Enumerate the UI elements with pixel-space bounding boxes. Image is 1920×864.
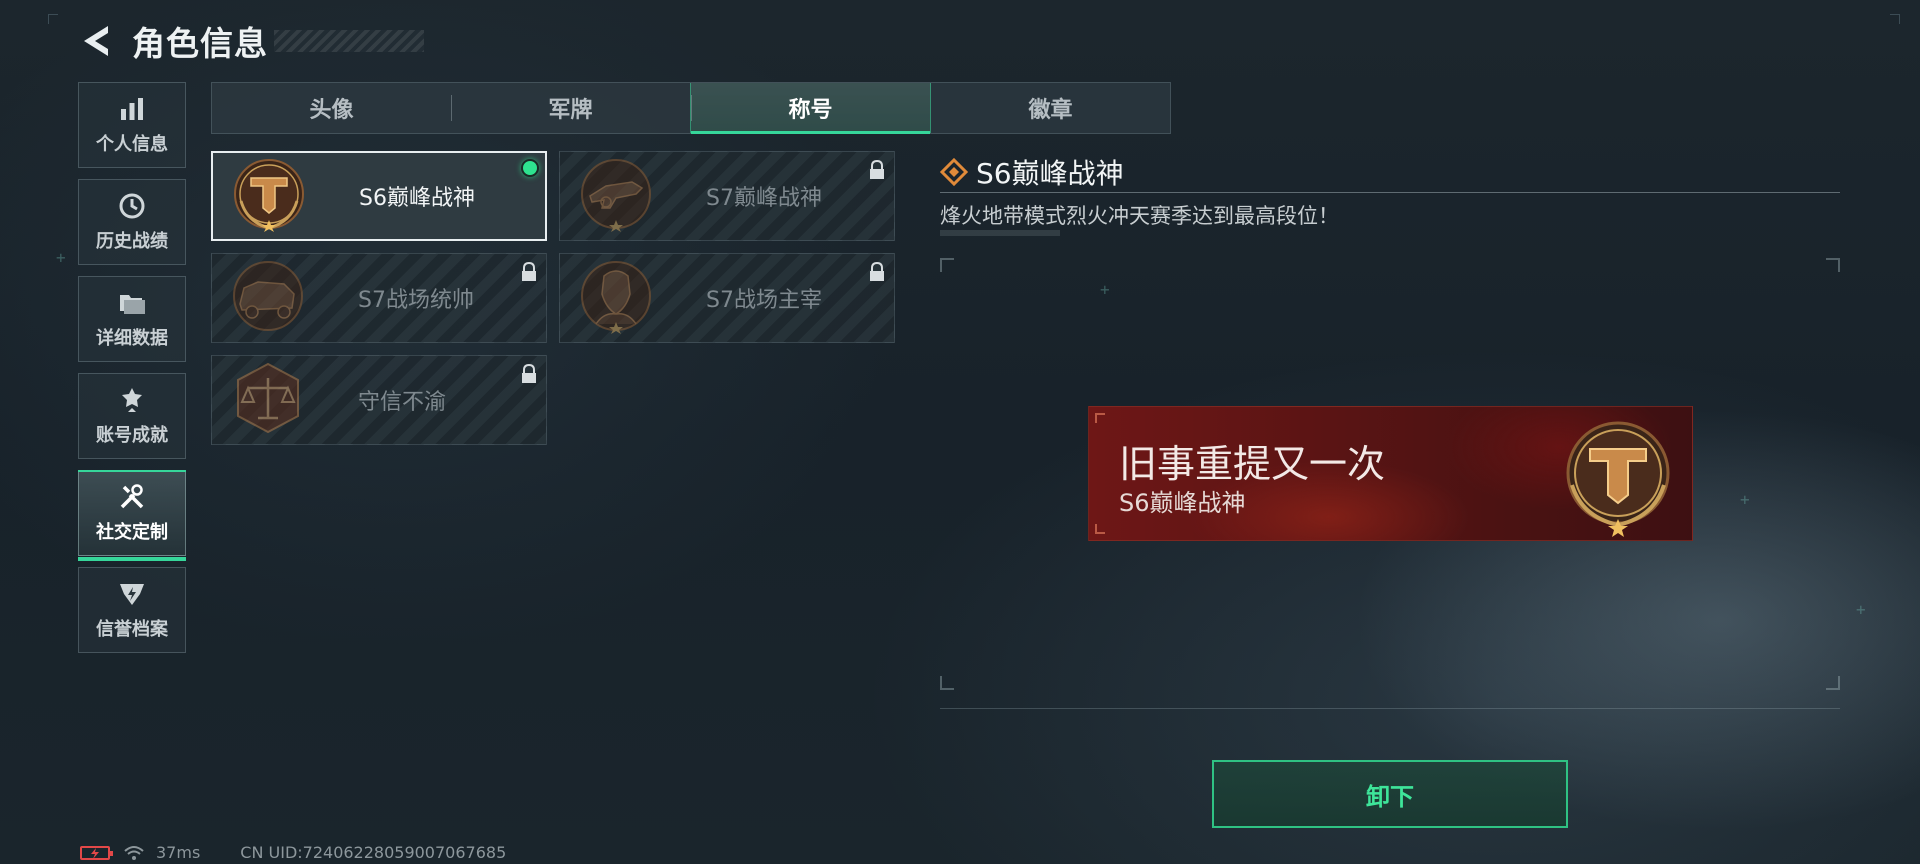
title-emblem-icon	[228, 258, 308, 338]
sidebar-item-label: 详细数据	[96, 328, 168, 349]
sidebar-item-credit[interactable]: 信誉档案	[78, 567, 186, 653]
banner-corner	[1095, 413, 1105, 423]
preview-bottom-line	[940, 708, 1840, 709]
title-card-name: S7战场主宰	[706, 288, 822, 313]
grid-mark: +	[56, 248, 66, 267]
sidebar-item-details[interactable]: 详细数据	[78, 276, 186, 362]
sidebar-item-achievements[interactable]: 账号成就	[78, 373, 186, 459]
frame-corner	[1826, 258, 1840, 272]
uid-label: CN UID:7240622805900706768​5	[240, 843, 507, 862]
title-emblem-icon	[229, 156, 309, 236]
title-card-name: 守信不渝	[358, 390, 447, 415]
sidebar-item-profile[interactable]: 个人信息	[78, 82, 186, 168]
frame-corner	[940, 258, 954, 272]
detail-divider	[940, 192, 1840, 193]
title-emblem-icon	[576, 258, 656, 338]
title-card-name: S7巅峰战神	[706, 186, 822, 211]
achievement-icon	[117, 385, 147, 415]
diamond-title-icon	[940, 158, 968, 186]
lock-icon	[522, 364, 536, 383]
sidebar-item-social[interactable]: 社交定制	[78, 470, 186, 561]
equipped-indicator	[521, 159, 539, 177]
frame-corner	[48, 14, 58, 24]
title-card-trustworthy[interactable]: 守信不渝	[211, 355, 547, 445]
history-clock-icon	[117, 191, 147, 221]
detail-description: 烽火地带模式烈火冲天赛季达到最高段位！	[940, 204, 1339, 228]
detail-sub-decoration	[940, 230, 1060, 236]
detail-title: S6巅峰战神	[976, 157, 1124, 190]
frame-corner	[940, 676, 954, 690]
sidebar: 个人信息 历史战绩 详细数据 账号成就 社交定制 信誉档案	[78, 82, 186, 664]
bar-chart-icon	[117, 94, 147, 124]
sidebar-item-history[interactable]: 历史战绩	[78, 179, 186, 265]
sidebar-item-label: 个人信息	[96, 134, 168, 155]
back-arrow-icon	[84, 26, 108, 56]
title-card-s7-field-commander[interactable]: S7战场统帅	[211, 253, 547, 343]
sidebar-item-label: 历史战绩	[96, 231, 168, 252]
title-card-name: S7战场统帅	[358, 288, 474, 313]
tab-bar: 头像 军牌 称号 徽章	[211, 82, 1171, 134]
page-title: 角色信息	[132, 24, 268, 63]
frame-corner	[1826, 676, 1840, 690]
unequip-button-label: 卸下	[1366, 782, 1414, 811]
frame-corner	[1890, 14, 1900, 24]
battery-icon	[80, 845, 113, 860]
title-stripe-decoration	[274, 30, 424, 52]
tab-dogtag[interactable]: 军牌	[451, 83, 690, 133]
ping-value: 37ms	[156, 843, 201, 862]
banner-player-name: 旧事重提又一次	[1119, 442, 1386, 486]
banner-title: S6巅峰战神	[1119, 489, 1246, 517]
title-card-s7-peak-god[interactable]: S7巅峰战神	[559, 151, 895, 241]
sidebar-item-label: 账号成就	[96, 425, 168, 446]
title-card-s7-field-dominator[interactable]: S7战场主宰	[559, 253, 895, 343]
status-bar: 37ms CN UID:7240622805900706768​5	[80, 843, 506, 862]
lock-icon	[522, 262, 536, 281]
title-grid: S6巅峰战神 S7巅峰战神 S7战场统帅 S7战场主宰 守信不渝	[211, 151, 895, 445]
sidebar-item-label: 信誉档案	[96, 619, 168, 640]
tools-icon	[117, 482, 147, 512]
folder-icon	[117, 288, 147, 318]
lock-icon	[870, 160, 884, 179]
lock-icon	[870, 262, 884, 281]
grid-mark: +	[1856, 600, 1866, 619]
banner-emblem-icon	[1556, 415, 1680, 539]
tab-avatar[interactable]: 头像	[212, 83, 451, 133]
back-button[interactable]	[78, 21, 114, 61]
title-emblem-icon	[576, 156, 656, 236]
banner-corner	[1095, 524, 1105, 534]
title-banner-preview: 旧事重提又一次 S6巅峰战神	[1088, 406, 1693, 541]
unequip-button[interactable]: 卸下	[1212, 760, 1568, 828]
page-header: 角色信息	[78, 18, 424, 64]
detail-header: S6巅峰战神	[940, 152, 1840, 192]
tab-title[interactable]: 称号	[690, 83, 931, 134]
sidebar-item-label: 社交定制	[96, 522, 168, 543]
title-card-name: S6巅峰战神	[359, 186, 475, 211]
title-emblem-icon	[228, 360, 308, 440]
credit-icon	[117, 579, 147, 609]
wifi-icon	[124, 845, 144, 860]
tab-badge[interactable]: 徽章	[931, 83, 1170, 133]
title-card-s6-peak-god[interactable]: S6巅峰战神	[211, 151, 547, 241]
